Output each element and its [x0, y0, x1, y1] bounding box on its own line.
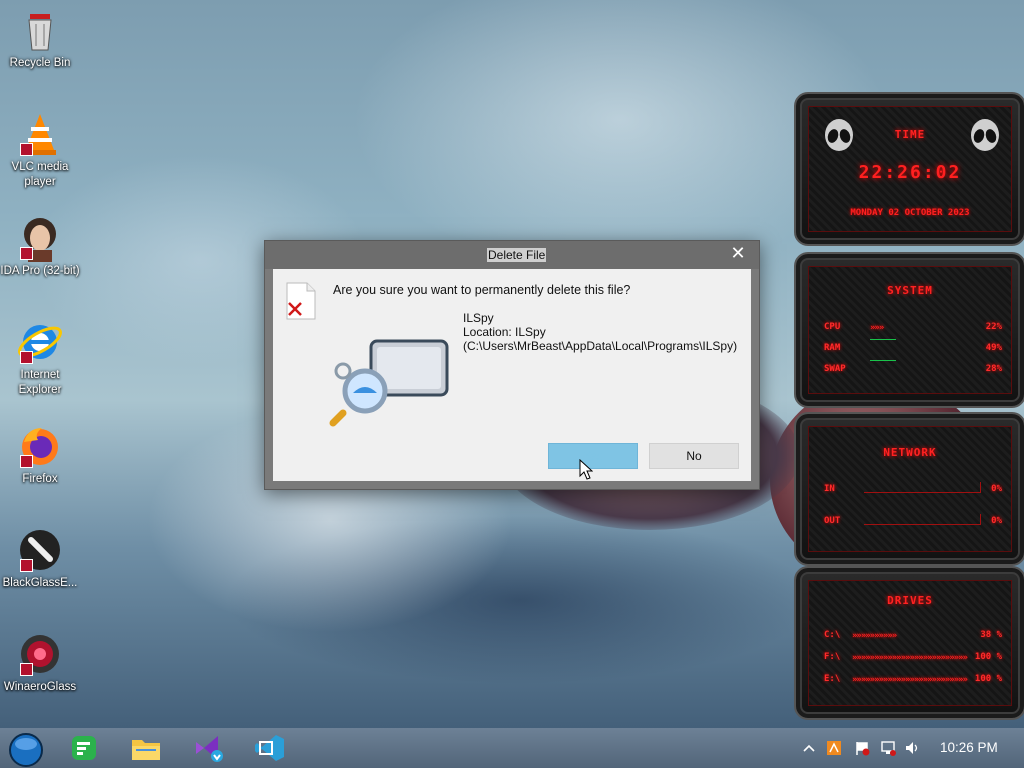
- volume-icon[interactable]: [904, 740, 920, 756]
- drive-c-row: C:\ »»»»»»»»»» 38 %: [824, 630, 1002, 642]
- start-orb-icon[interactable]: [6, 732, 43, 767]
- cpu-label: CPU: [824, 322, 841, 332]
- network-in-graph: [864, 482, 981, 493]
- icon-label: VLC media player: [11, 161, 69, 188]
- yes-button[interactable]: Yes: [548, 443, 638, 469]
- network-in-label: IN: [824, 484, 835, 494]
- icon-label: Recycle Bin: [9, 57, 71, 69]
- drive-e-bar: »»»»»»»»»»»»»»»»»»»»»»»»»»: [852, 675, 968, 685]
- desktop-icon-winaeroglass[interactable]: WinaeroGlass: [0, 630, 80, 695]
- dialog-title: Delete File: [487, 248, 547, 262]
- dialog-titlebar[interactable]: Delete File ✕: [265, 241, 759, 269]
- desktop-icon-blackglass[interactable]: BlackGlassE...: [0, 526, 80, 591]
- winaeroglass-icon: [16, 630, 64, 678]
- drive-f-row: F:\ »»»»»»»»»»»»»»»»»»»»»»»»»» 100 %: [824, 652, 1002, 664]
- shortcut-arrow-icon: [20, 663, 33, 676]
- ram-label: RAM: [824, 343, 841, 353]
- gadget-title-time: TIME: [894, 128, 926, 141]
- network-icon[interactable]: [880, 740, 896, 756]
- file-preview-icon: [329, 339, 449, 427]
- icon-label: IDA Pro (32-bit): [0, 265, 80, 277]
- delete-file-dialog[interactable]: Delete File ✕ Are you sure you want to p…: [264, 240, 760, 490]
- shortcut-arrow-icon: [20, 455, 33, 468]
- drives-gadget[interactable]: DRIVES C:\ »»»»»»»»»» 38 % F:\ »»»»»»»»»…: [794, 566, 1024, 720]
- gadget-clock: 22:26:02: [858, 162, 962, 183]
- visual-studio-icon[interactable]: [190, 732, 226, 764]
- icon-label: BlackGlassE...: [2, 577, 78, 589]
- network-in-value: 0%: [991, 484, 1002, 494]
- desktop: Recycle Bin VLC media player IDA Pro (32…: [0, 0, 1024, 728]
- network-out-row: OUT 0%: [824, 514, 1002, 528]
- feedly-icon[interactable]: [66, 732, 102, 764]
- ida-pro-icon: [16, 214, 64, 262]
- cpu-value: 22%: [985, 322, 1002, 332]
- delete-file-icon: [286, 282, 316, 320]
- drive-e-row: E:\ »»»»»»»»»»»»»»»»»»»»»»»»»» 100 %: [824, 674, 1002, 686]
- file-path: (C:\Users\MrBeast\AppData\Local\Programs…: [463, 339, 738, 353]
- vscode-icon[interactable]: [252, 732, 288, 764]
- swap-graph: [870, 360, 896, 361]
- drive-f-bar: »»»»»»»»»»»»»»»»»»»»»»»»»»: [852, 653, 968, 663]
- network-in-row: IN 0%: [824, 482, 1002, 496]
- dialog-question: Are you sure you want to permanently del…: [333, 283, 631, 297]
- drive-c-value: 38 %: [980, 630, 1002, 640]
- swap-row: SWAP 28%: [824, 360, 1002, 376]
- file-name: ILSpy: [463, 311, 494, 325]
- network-gadget[interactable]: NETWORK IN 0% OUT 0%: [794, 412, 1024, 566]
- blackglass-icon: [16, 526, 64, 574]
- desktop-icon-recycle-bin[interactable]: Recycle Bin: [0, 6, 80, 71]
- system-gadget[interactable]: SYSTEM CPU »»» 22% RAM 49% SWAP 28%: [794, 252, 1024, 408]
- gadget-title-network: NETWORK: [883, 446, 937, 459]
- network-out-label: OUT: [824, 516, 841, 526]
- desktop-icon-ida-pro[interactable]: IDA Pro (32-bit): [0, 214, 80, 279]
- network-out-value: 0%: [991, 516, 1002, 526]
- ram-row: RAM 49%: [824, 339, 1002, 355]
- desktop-icon-internet-explorer[interactable]: Internet Explorer: [0, 318, 80, 398]
- drive-e-label: E:\: [824, 674, 841, 684]
- flag-icon[interactable]: [854, 740, 870, 756]
- firefox-icon: [16, 422, 64, 470]
- gadget-title-drives: DRIVES: [887, 594, 933, 607]
- file-location: Location: ILSpy: [463, 325, 546, 339]
- icon-label: Internet Explorer: [18, 369, 62, 396]
- drive-f-value: 100 %: [974, 652, 1002, 662]
- icon-label: Firefox: [22, 473, 58, 485]
- drive-c-bar: »»»»»»»»»»: [852, 631, 897, 641]
- ram-value: 49%: [985, 343, 1002, 353]
- dialog-body: Are you sure you want to permanently del…: [273, 269, 751, 481]
- shortcut-arrow-icon: [20, 351, 33, 364]
- mouse-cursor-icon: [579, 459, 593, 480]
- desktop-icon-firefox[interactable]: Firefox: [0, 422, 80, 487]
- drive-c-label: C:\: [824, 630, 841, 640]
- swap-label: SWAP: [824, 364, 846, 374]
- file-explorer-icon[interactable]: [128, 732, 164, 764]
- taskbar: 10:26 PM: [0, 728, 1024, 768]
- chevron-up-icon[interactable]: [802, 742, 816, 754]
- swap-value: 28%: [985, 364, 1002, 374]
- notification-icon[interactable]: [826, 740, 842, 756]
- network-out-graph: [864, 514, 981, 525]
- desktop-icon-vlc[interactable]: VLC media player: [0, 110, 80, 190]
- cpu-row: CPU »»» 22%: [824, 322, 1002, 334]
- icon-label: WinaeroGlass: [3, 681, 77, 693]
- drive-f-label: F:\: [824, 652, 841, 662]
- vlc-icon: [16, 110, 64, 158]
- no-button[interactable]: No: [649, 443, 739, 469]
- gadget-date: MONDAY 02 OCTOBER 2023: [850, 208, 970, 218]
- time-gadget[interactable]: TIME 22:26:02 MONDAY 02 OCTOBER 2023: [794, 92, 1024, 246]
- shortcut-arrow-icon: [20, 143, 33, 156]
- shortcut-arrow-icon: [20, 559, 33, 572]
- close-icon[interactable]: ✕: [725, 243, 751, 265]
- shortcut-arrow-icon: [20, 247, 33, 260]
- system-tray: [800, 728, 920, 768]
- drive-e-value: 100 %: [974, 674, 1002, 684]
- gadget-title-system: SYSTEM: [887, 284, 933, 297]
- ram-graph: [870, 339, 896, 340]
- internet-explorer-icon: [16, 318, 64, 366]
- file-info: ILSpy Location: ILSpy (C:\Users\MrBeast\…: [463, 311, 737, 353]
- taskbar-clock[interactable]: 10:26 PM: [940, 728, 1010, 768]
- recycle-bin-icon: [16, 6, 64, 54]
- cpu-bar: »»»: [870, 323, 884, 333]
